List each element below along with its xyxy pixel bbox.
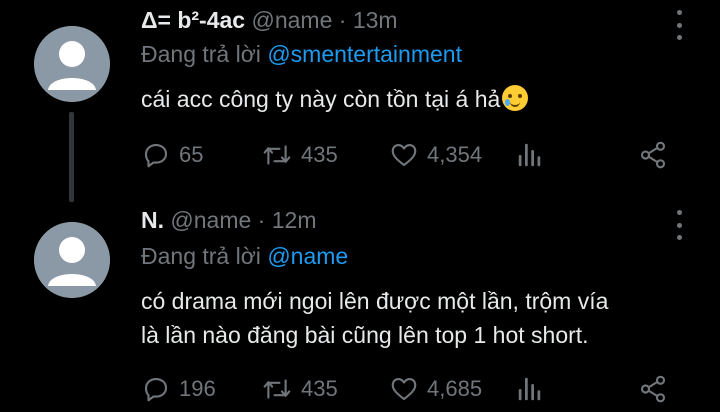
separator-dot: · (338, 7, 347, 33)
action-bar: 65 435 4,354 (141, 138, 681, 172)
reply-button[interactable]: 65 (141, 138, 203, 172)
timestamp[interactable]: 12m (272, 207, 317, 233)
avatar[interactable] (34, 26, 110, 102)
more-icon[interactable] (672, 10, 686, 40)
display-name[interactable]: N. (141, 207, 164, 233)
tweet-text: cái acc công ty này còn tồn tại á hả (141, 82, 701, 116)
display-name[interactable]: Δ= b²-4ac (141, 7, 245, 33)
tweet-text: có drama mới ngoi lên được một lần, trộm… (141, 284, 701, 352)
like-button[interactable]: 4,354 (389, 138, 482, 172)
like-icon (391, 143, 417, 167)
reply-prefix: Đang trả lời (141, 41, 261, 67)
views-button[interactable] (515, 372, 545, 406)
reply-button[interactable]: 196 (141, 372, 216, 406)
like-count: 4,685 (427, 376, 483, 401)
tweet-text-line: là lần nào đăng bài cũng lên top 1 hot s… (141, 322, 589, 348)
views-icon (518, 143, 541, 167)
like-icon (391, 377, 417, 401)
like-count: 4,354 (427, 142, 483, 167)
thread-line (69, 112, 74, 202)
retweet-button[interactable]: 435 (261, 138, 338, 172)
retweet-count: 435 (301, 376, 338, 401)
views-icon (518, 377, 541, 401)
smiling-face-with-tear-icon (502, 85, 529, 111)
tweet-2[interactable]: N. @name · 12m Đang trả lời @name có dra… (0, 200, 720, 412)
reply-icon (144, 377, 168, 402)
retweet-button[interactable]: 435 (261, 372, 338, 406)
reply-prefix: Đang trả lời (141, 243, 261, 269)
views-button[interactable] (515, 138, 545, 172)
tweet-header: Δ= b²-4ac @name · 13m (141, 6, 398, 34)
tweet-1[interactable]: Δ= b²-4ac @name · 13m Đang trả lời @smen… (0, 0, 720, 202)
like-button[interactable]: 4,685 (389, 372, 482, 406)
tweet-header: N. @name · 12m (141, 206, 316, 234)
share-button[interactable] (637, 372, 669, 406)
reply-icon (144, 143, 168, 168)
reply-context: Đang trả lời @smentertainment (141, 40, 462, 68)
more-icon[interactable] (672, 210, 686, 240)
retweet-icon (263, 145, 291, 165)
retweet-count: 435 (301, 142, 338, 167)
share-icon (640, 375, 666, 403)
reply-handle-link[interactable]: @name (267, 243, 348, 269)
share-icon (640, 141, 666, 169)
reply-count: 65 (179, 142, 204, 167)
reply-context: Đang trả lời @name (141, 242, 348, 270)
user-handle[interactable]: @name (252, 7, 333, 33)
retweet-icon (263, 379, 291, 399)
timestamp[interactable]: 13m (353, 7, 398, 33)
tweet-text-content: cái acc công ty này còn tồn tại á hả (141, 86, 501, 112)
action-bar: 196 435 4,685 (141, 372, 681, 406)
reply-handle-link[interactable]: @smentertainment (267, 41, 462, 67)
user-handle[interactable]: @name (170, 207, 251, 233)
separator-dot: · (257, 207, 266, 233)
share-button[interactable] (637, 138, 669, 172)
avatar[interactable] (34, 222, 110, 298)
reply-count: 196 (179, 376, 216, 401)
tweet-text-line: có drama mới ngoi lên được một lần, trộm… (141, 288, 609, 314)
